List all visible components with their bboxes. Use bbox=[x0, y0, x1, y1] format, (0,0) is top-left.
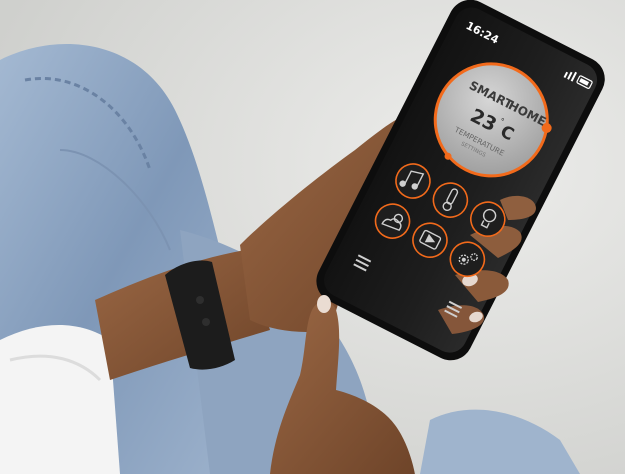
white-sleeve bbox=[0, 325, 120, 474]
photo-scene: 16:24 SMART HOME 23 ° C TEMPERATURE SETT… bbox=[0, 0, 625, 474]
watch-pin bbox=[196, 296, 204, 304]
watch-pin bbox=[202, 318, 210, 326]
fingernail bbox=[317, 295, 331, 313]
photo-svg: 16:24 SMART HOME 23 ° C TEMPERATURE SETT… bbox=[0, 0, 625, 474]
